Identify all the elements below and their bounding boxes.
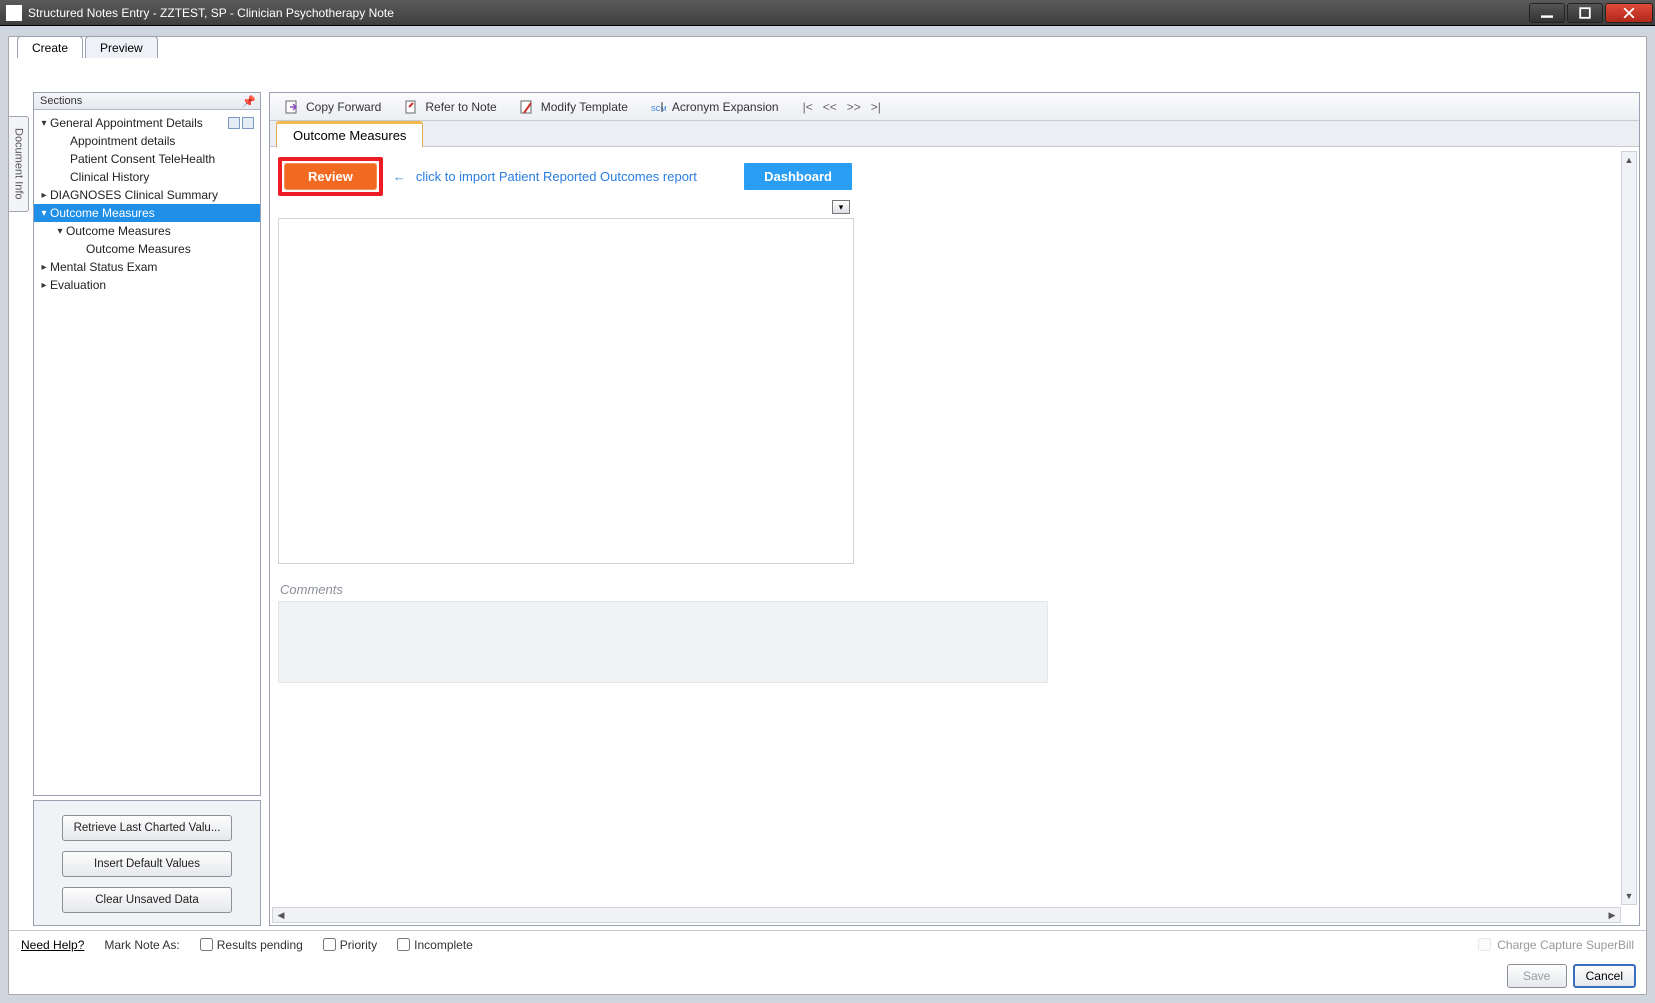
cancel-button[interactable]: Cancel [1573,964,1636,988]
tree-label: DIAGNOSES Clinical Summary [50,188,218,202]
tree-label: Outcome Measures [86,242,191,256]
modify-template-icon [519,99,535,115]
checkbox-label: Incomplete [414,938,473,952]
tree-outcome-leaf[interactable]: Outcome Measures [34,240,260,258]
need-help-link[interactable]: Need Help? [21,938,84,952]
sections-header: Sections 📌 [34,93,260,110]
document-info-tab[interactable]: Document Info [9,116,29,212]
acronym-icon: SCM [650,99,666,115]
minimize-button[interactable] [1529,3,1565,23]
priority-checkbox[interactable]: Priority [323,938,377,952]
checkbox-label: Charge Capture SuperBill [1497,938,1634,952]
tree-item-icons[interactable] [228,117,256,129]
svg-text:SCM: SCM [651,106,666,113]
tree-label: General Appointment Details [50,116,203,130]
comments-label: Comments [280,582,1639,597]
tree-appointment-details[interactable]: Appointment details [34,132,260,150]
main-toolbar: Copy Forward Refer to Note Modify Templa… [270,93,1639,121]
window-title: Structured Notes Entry - ZZTEST, SP - Cl… [28,6,1529,20]
scroll-track[interactable] [1622,168,1636,888]
tab-create[interactable]: Create [17,36,83,58]
chevron-down-icon: ▾ [38,118,50,129]
tree-outcome-sub[interactable]: ▾ Outcome Measures [34,222,260,240]
horizontal-scrollbar[interactable]: ◀ ▶ [272,907,1621,923]
tree-mental-status[interactable]: ▸ Mental Status Exam [34,258,260,276]
review-button[interactable]: Review [284,163,377,190]
chevron-down-icon: ▾ [38,208,50,219]
copy-forward-button[interactable]: Copy Forward [280,97,385,117]
chevron-right-icon: ▸ [38,280,50,291]
tree-patient-consent[interactable]: Patient Consent TeleHealth [34,150,260,168]
tree-general-appointment[interactable]: ▾ General Appointment Details [34,114,260,132]
outcome-content-area [278,218,854,564]
content-tab-outcome[interactable]: Outcome Measures [276,121,423,147]
toolbar-label: Refer to Note [425,100,496,114]
dropdown-toggle[interactable]: ▾ [832,200,850,214]
nav-last-button[interactable]: >| [871,100,881,114]
sections-tree: ▾ General Appointment Details Appointmen… [34,110,260,792]
acronym-expansion-button[interactable]: SCM Acronym Expansion [646,97,783,117]
vertical-scrollbar[interactable]: ▲ ▼ [1621,151,1637,905]
tree-label: Evaluation [50,278,106,292]
tree-label: Clinical History [70,170,149,184]
scroll-up-button[interactable]: ▲ [1622,152,1636,168]
chevron-right-icon: ▸ [38,262,50,273]
nav-next-button[interactable]: >> [847,100,861,114]
tree-clinical-history[interactable]: Clinical History [34,168,260,186]
tab-preview[interactable]: Preview [85,36,158,58]
save-button[interactable]: Save [1507,964,1567,988]
mark-note-label: Mark Note As: [104,938,179,952]
results-pending-checkbox[interactable]: Results pending [200,938,303,952]
insert-default-button[interactable]: Insert Default Values [62,851,232,877]
retrieve-last-button[interactable]: Retrieve Last Charted Valu... [62,815,232,841]
import-outcomes-link[interactable]: click to import Patient Reported Outcome… [416,169,697,184]
nav-prev-button[interactable]: << [823,100,837,114]
scroll-down-button[interactable]: ▼ [1622,888,1636,904]
tree-outcome-measures[interactable]: ▾ Outcome Measures [34,204,260,222]
toolbar-label: Copy Forward [306,100,381,114]
dashboard-button[interactable]: Dashboard [744,163,852,190]
charge-capture-checkbox: Charge Capture SuperBill [1478,938,1634,952]
refer-note-icon [403,99,419,115]
tree-label: Appointment details [70,134,175,148]
tree-label: Mental Status Exam [50,260,157,274]
checkbox-label: Priority [340,938,377,952]
toolbar-label: Modify Template [541,100,628,114]
toolbar-label: Acronym Expansion [672,100,779,114]
arrow-left-icon: ← [393,169,406,184]
copy-forward-icon [284,99,300,115]
app-icon [6,5,22,21]
comments-textarea[interactable] [278,601,1048,683]
incomplete-checkbox[interactable]: Incomplete [397,938,473,952]
scroll-left-button[interactable]: ◀ [273,908,289,922]
content-body: Review ← click to import Patient Reporte… [270,149,1639,907]
window-titlebar: Structured Notes Entry - ZZTEST, SP - Cl… [0,0,1655,26]
nav-first-button[interactable]: |< [803,100,813,114]
tree-diagnoses[interactable]: ▸ DIAGNOSES Clinical Summary [34,186,260,204]
scroll-track[interactable] [289,908,1604,922]
close-button[interactable] [1605,3,1653,23]
chevron-right-icon: ▸ [38,190,50,201]
sections-header-label: Sections [40,95,82,107]
clear-unsaved-button[interactable]: Clear Unsaved Data [62,887,232,913]
refer-to-note-button[interactable]: Refer to Note [399,97,500,117]
maximize-button[interactable] [1567,3,1603,23]
pin-icon[interactable]: 📌 [242,95,256,108]
tree-label: Outcome Measures [66,224,171,238]
scroll-right-button[interactable]: ▶ [1604,908,1620,922]
chevron-down-icon: ▾ [54,226,66,237]
tree-label: Outcome Measures [50,206,155,220]
tree-label: Patient Consent TeleHealth [70,152,215,166]
checkbox-label: Results pending [217,938,303,952]
tree-evaluation[interactable]: ▸ Evaluation [34,276,260,294]
modify-template-button[interactable]: Modify Template [515,97,632,117]
review-highlight: Review [278,157,383,196]
